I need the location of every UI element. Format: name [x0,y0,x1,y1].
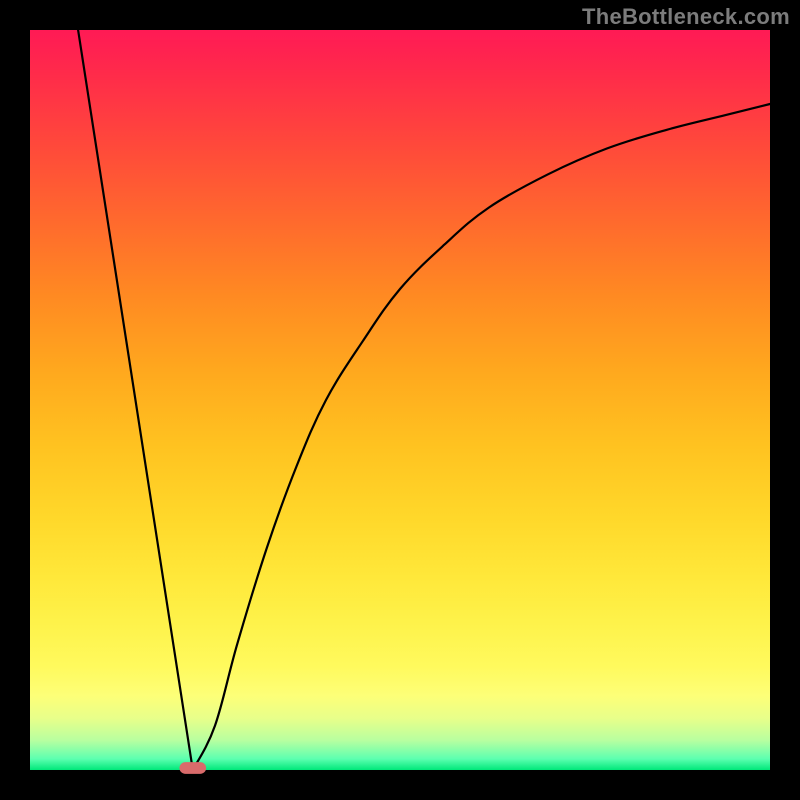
chart-svg [30,30,770,770]
watermark-text: TheBottleneck.com [582,4,790,30]
minimum-marker [179,762,206,774]
chart-container: TheBottleneck.com [0,0,800,800]
bottleneck-curve [78,30,770,770]
